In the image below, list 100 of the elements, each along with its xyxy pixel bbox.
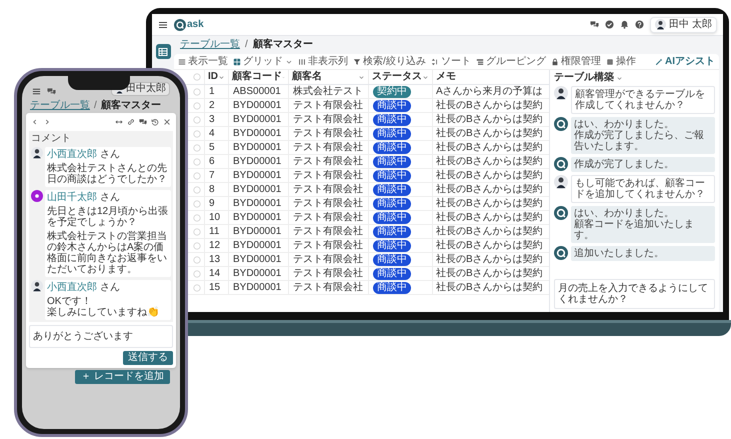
table-cell: 社長のBさんからは契約 (436, 226, 543, 236)
breadcrumb-current: 顧客マスター (252, 40, 313, 50)
radio-circle-icon (193, 102, 201, 110)
table-cell: BYD00001 (233, 212, 282, 222)
chat-icon (590, 20, 600, 29)
radio-circle-icon (193, 130, 201, 138)
check-circle-icon (605, 20, 614, 29)
user-button[interactable]: 田中 太郎 (650, 16, 717, 32)
table-cell: 社長のBさんからは契約 (436, 268, 543, 278)
radio-circle-icon (193, 158, 201, 166)
chat-icon (139, 118, 147, 126)
chevron-left-icon (31, 118, 39, 126)
table-cell: テスト有限会社 (293, 184, 363, 194)
comment-input-field[interactable]: ありがとうございます (29, 325, 173, 348)
radio-circle-icon (193, 242, 201, 250)
toolbar-button[interactable]: ソート (430, 56, 471, 66)
column-header[interactable]: メモ (436, 72, 456, 82)
radio-circle-icon (193, 270, 201, 278)
table-cell: 10 (209, 212, 220, 222)
table-cell: 社長のBさんからは契約 (436, 156, 543, 166)
radio-circle-icon (193, 88, 201, 96)
status-badge: 商談中 (373, 268, 411, 280)
status-badge: 商談中 (373, 240, 411, 252)
status-badge: 商談中 (373, 114, 411, 126)
column-header[interactable]: ステータス (372, 72, 422, 82)
status-badge: 商談中 (373, 226, 411, 238)
table-cell: 3 (209, 114, 215, 124)
table-cell: 社長のBさんからは契約 (436, 254, 543, 264)
column-header[interactable]: 顧客コード (232, 72, 282, 82)
sort-icon (430, 58, 439, 66)
status-badge: 商談中 (373, 170, 411, 182)
chat-message: 作成が完了しました。 (571, 157, 715, 172)
table-cell: 社長のBさんからは契約 (436, 198, 543, 208)
table-cell: 4 (209, 128, 215, 138)
table-cell: 社長のBさんからは契約 (436, 170, 543, 180)
table-cell: BYD00001 (233, 240, 282, 250)
toolbar-button[interactable]: 検索/絞り込み (353, 56, 426, 66)
breadcrumb-separator: / (94, 100, 97, 110)
table-cell: テスト有限会社 (293, 240, 363, 250)
table-cell: 社長のBさんからは契約 (436, 142, 543, 152)
chat-message: もし可能であれば、顧客コードを追加してくれませんか？ (571, 175, 715, 203)
send-button[interactable]: 送信する (123, 351, 173, 365)
comment-text: OKです！ 楽しみにしていますね👏 (47, 296, 160, 318)
toolbar-button[interactable]: グリッド (233, 56, 293, 66)
table-cell: テスト有限会社 (293, 254, 363, 264)
status-badge: 商談中 (373, 100, 411, 112)
table-cell: BYD00001 (233, 226, 282, 236)
table-cell: BYD00001 (233, 254, 282, 264)
toolbar-button[interactable]: 非表示列 (298, 56, 348, 66)
status-badge: 契約中 (373, 86, 411, 98)
column-header[interactable]: ID (208, 72, 218, 82)
table-cell: 社長のBさんからは契約 (436, 114, 543, 124)
lock-icon (550, 58, 559, 66)
table-cell: 2 (209, 100, 215, 110)
table-cell: 6 (209, 156, 215, 166)
comment-text: 株式会社テストの営業担当の鈴木さんからはA案の価格面に前向きなお返事をいただいております。 (47, 231, 168, 275)
table-cell: BYD00001 (233, 170, 282, 180)
status-badge: 商談中 (373, 184, 411, 196)
table-cell: 社長のBさんからは契約 (436, 128, 543, 138)
rail-button[interactable] (156, 44, 170, 59)
table-cell: BYD00001 (233, 268, 282, 278)
add-record-button[interactable]: ＋ レコードを追加 (75, 370, 170, 384)
table-cell: BYD00001 (233, 114, 282, 124)
status-badge: 商談中 (373, 254, 411, 266)
table-icon (158, 46, 168, 56)
filter-icon (353, 58, 361, 66)
status-badge: 商談中 (373, 128, 411, 140)
menu-icon (158, 20, 168, 30)
toolbar-button[interactable]: 操作 (606, 56, 636, 66)
logo-icon (554, 246, 568, 260)
table-cell: 14 (209, 268, 220, 278)
breadcrumb-link[interactable]: テーブル一覧 (180, 40, 240, 50)
list-icon (178, 58, 186, 66)
table-cell: 15 (209, 282, 220, 292)
breadcrumb-current: 顧客マスター (100, 100, 161, 110)
chat-message: 顧客管理ができるテーブルを作成してくれませんか？ (571, 86, 715, 114)
column-header[interactable]: 顧客名 (292, 72, 322, 82)
table-cell: 8 (209, 184, 215, 194)
link-icon (127, 118, 135, 126)
radio-circle-icon (193, 214, 201, 222)
ai-assist-button[interactable]: AIアシスト (655, 56, 715, 66)
toolbar-button[interactable]: 表示一覧 (178, 56, 228, 66)
radio-circle-icon (193, 186, 201, 194)
table-cell: テスト有限会社 (293, 156, 363, 166)
table-cell: BYD00001 (233, 282, 282, 292)
help-icon (635, 20, 644, 29)
logo-icon (554, 206, 568, 220)
toolbar-button[interactable]: 権限管理 (550, 56, 601, 66)
radio-circle-icon (193, 284, 201, 292)
table-cell: テスト有限会社 (293, 142, 363, 152)
table-cell: ABS00001 (233, 86, 281, 96)
breadcrumb-link[interactable]: テーブル一覧 (30, 100, 90, 110)
table-cell: テスト有限会社 (293, 268, 363, 278)
toolbar-button[interactable]: グルーピング (476, 56, 546, 66)
table-cell: Aさんから来月の予算は (436, 86, 543, 96)
breadcrumb-separator: / (245, 40, 248, 50)
chat-input-field[interactable]: 月の売上を入力できるようにしてくれませんか？ (554, 279, 715, 309)
table-cell: BYD00001 (233, 128, 282, 138)
table-cell: BYD00001 (233, 184, 282, 194)
radio-circle-icon (193, 144, 201, 152)
